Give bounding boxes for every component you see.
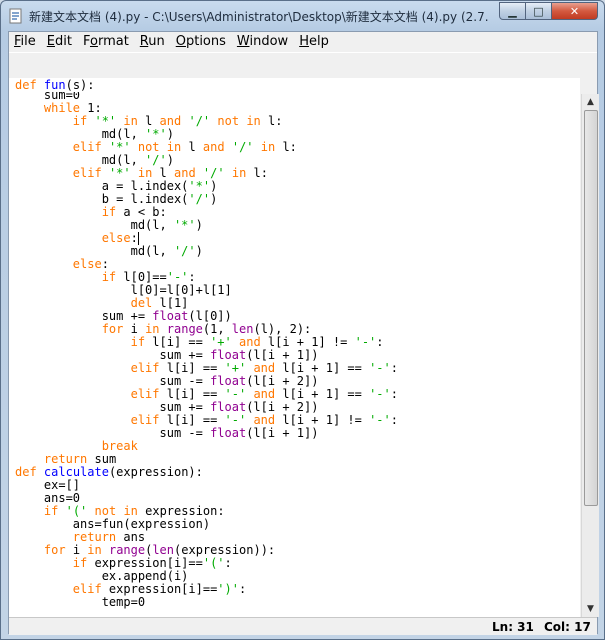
menu-help[interactable]: Help <box>294 32 335 52</box>
scroll-up-arrow-icon[interactable]: ▲ <box>582 94 599 110</box>
menu-bar: File Edit Format Run Options Window Help <box>9 32 597 52</box>
menu-file[interactable]: File <box>9 32 42 52</box>
idle-window: 新建文本文档 (4).py - C:\Users\Administrator\D… <box>0 0 605 640</box>
window-client: File Edit Format Run Options Window Help def f… <box>8 31 599 635</box>
menu-window[interactable]: Window <box>232 32 294 52</box>
code-first-line: def fun(s): <box>9 78 580 92</box>
status-bar: Ln: 31 Col: 17 <box>9 617 597 635</box>
menu-run[interactable]: Run <box>135 32 171 52</box>
status-column: Col: 17 <box>544 620 591 634</box>
code-editor[interactable]: l = re.findall('([\d\.]+|/|\*|\+|-)',s) … <box>9 78 580 618</box>
menu-options[interactable]: Options <box>171 32 232 52</box>
status-line: Ln: 31 <box>492 620 534 634</box>
text-cursor <box>137 232 139 245</box>
vertical-scrollbar[interactable]: ▲ ▼ <box>581 94 599 617</box>
minimize-icon: ▁ <box>508 4 517 18</box>
toolbar-gap <box>9 52 597 79</box>
close-icon: ✕ <box>569 4 580 18</box>
scroll-down-arrow-icon[interactable]: ▼ <box>582 601 599 617</box>
code-line: def fun(s): <box>15 78 95 92</box>
maximize-button[interactable]: □ <box>525 2 552 20</box>
close-button[interactable]: ✕ <box>551 2 598 20</box>
code-text[interactable]: l = re.findall('([\d\.]+|/|\*|\+|-)',s) … <box>15 79 398 609</box>
code-viewport: l = re.findall('([\d\.]+|/|\*|\+|-)',s) … <box>9 79 580 618</box>
menu-format[interactable]: Format <box>78 32 135 52</box>
scrollbar-thumb[interactable] <box>584 110 598 506</box>
title-bar[interactable]: 新建文本文档 (4).py - C:\Users\Administrator\D… <box>1 1 604 31</box>
window-title: 新建文本文档 (4).py - C:\Users\Administrator\D… <box>29 10 489 24</box>
minimize-button[interactable]: ▁ <box>499 2 526 20</box>
menu-edit[interactable]: Edit <box>42 32 78 52</box>
python-file-icon <box>9 8 22 24</box>
maximize-icon: □ <box>533 4 544 18</box>
